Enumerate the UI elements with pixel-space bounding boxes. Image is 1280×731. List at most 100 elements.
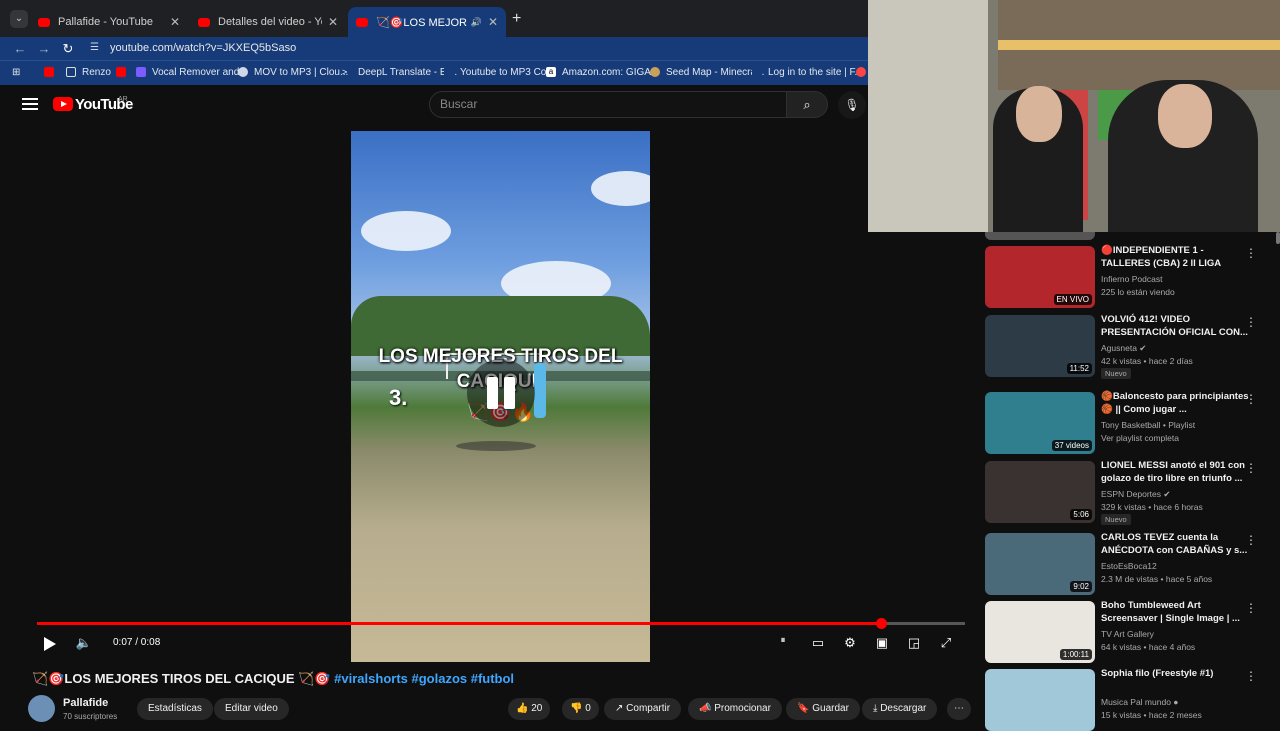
more-options-icon[interactable]: ⋮ bbox=[1245, 533, 1257, 547]
like-button[interactable]: 👍 20 bbox=[508, 698, 551, 720]
bookmark-label: Youtube to MP3 Co... bbox=[460, 66, 555, 78]
video-thumbnail[interactable]: 37 videos bbox=[985, 392, 1095, 454]
channel-name[interactable]: TV Art Gallery bbox=[1101, 629, 1154, 639]
youtube-logo-icon[interactable] bbox=[53, 97, 73, 111]
promote-label: Promocionar bbox=[714, 703, 771, 714]
more-options-icon[interactable]: ⋮ bbox=[1245, 246, 1257, 260]
progress-scrubber[interactable] bbox=[876, 618, 888, 629]
settings-icon[interactable]: ⚙ bbox=[839, 635, 861, 653]
dislike-button[interactable]: 👎 0 bbox=[562, 698, 599, 720]
tab-search-icon[interactable]: ⌄ bbox=[10, 10, 28, 28]
bookmark-deepl[interactable]: > DeepL Translate - El... bbox=[342, 62, 457, 82]
cast-icon[interactable]: ◲ bbox=[903, 635, 925, 653]
bookmark-amazon[interactable]: a Amazon.com: GIGA... bbox=[546, 62, 659, 82]
time-display: 0:07 / 0:08 bbox=[113, 637, 161, 648]
related-video-item[interactable]: 9:02 CARLOS TEVEZ cuenta la ANÉCDOTA con … bbox=[985, 531, 1275, 595]
more-options-icon[interactable]: ⋮ bbox=[1245, 392, 1257, 406]
video-title[interactable]: CARLOS TEVEZ cuenta la ANÉCDOTA con CABA… bbox=[1101, 531, 1251, 557]
url-field[interactable]: youtube.com/watch?v=JKXEQ5bSaso bbox=[110, 37, 296, 60]
forward-icon[interactable]: → bbox=[34, 37, 54, 60]
search-icon[interactable]: ⌕ bbox=[786, 91, 828, 118]
channel-name[interactable]: ESPN Deportes ✔ bbox=[1101, 489, 1170, 500]
bookmark-log-in[interactable]: Log in to the site | F... bbox=[752, 62, 863, 82]
video-thumbnail[interactable]: 1:00:11 bbox=[985, 601, 1095, 663]
promote-button[interactable]: 📣 Promocionar bbox=[688, 698, 782, 720]
save-button[interactable]: 🔖 Guardar bbox=[786, 698, 860, 720]
video-title[interactable]: Boho Tumbleweed Art Screensaver | Single… bbox=[1101, 599, 1251, 625]
video-player[interactable]: LOS MEJORES TIROS DEL CACIQUE 🏹🎯🔥 3. bbox=[351, 131, 650, 662]
progress-played bbox=[37, 622, 882, 625]
tab-current-video[interactable]: 🏹🎯LOS MEJORES TIROS 🔊 ✕ bbox=[348, 7, 506, 37]
hamburger-menu-icon[interactable] bbox=[22, 98, 38, 110]
more-actions-icon[interactable]: ⋯ bbox=[947, 698, 971, 720]
channel-name[interactable]: Agusneta ✔ bbox=[1101, 343, 1146, 354]
channel-name[interactable]: Infierno Podcast bbox=[1101, 274, 1162, 284]
fullscreen-icon[interactable]: ⤢ bbox=[935, 635, 957, 653]
video-thumbnail[interactable]: EN VIVO bbox=[985, 246, 1095, 308]
related-video-item[interactable]: Sophia filo (Freestyle #1) Musica Pal mun… bbox=[985, 667, 1275, 731]
scrollbar[interactable] bbox=[1276, 232, 1280, 244]
back-icon[interactable]: ← bbox=[10, 37, 30, 60]
audio-playing-icon[interactable]: 🔊 bbox=[471, 17, 482, 28]
channel-name[interactable]: Pallafide bbox=[63, 697, 108, 709]
stats-button[interactable]: Estadísticas bbox=[137, 698, 213, 720]
video-title[interactable]: Sophia filo (Freestyle #1) bbox=[1101, 667, 1251, 680]
close-tab-icon[interactable]: ✕ bbox=[328, 15, 338, 29]
bookmark-youtube-icon[interactable] bbox=[44, 62, 60, 82]
tab-label: Pallafide - YouTube bbox=[58, 16, 153, 28]
theater-mode-icon[interactable]: ▣ bbox=[871, 635, 893, 653]
search-input[interactable]: Buscar bbox=[429, 91, 787, 118]
pause-overlay-icon[interactable] bbox=[467, 359, 535, 427]
download-button[interactable]: ⤓ Descargar bbox=[862, 698, 938, 720]
bookmark-mov-to-mp3[interactable]: MOV to MP3 | Clou... bbox=[238, 62, 348, 82]
related-video-item[interactable]: EN VIVO 🔴INDEPENDIENTE 1 - TALLERES (CBA)… bbox=[985, 244, 1275, 308]
microphone-icon[interactable]: 🎙 bbox=[838, 91, 866, 119]
video-title[interactable]: VOLVIÓ 412! VIDEO PRESENTACIÓN OFICIAL C… bbox=[1101, 313, 1251, 339]
video-thumbnail[interactable] bbox=[985, 669, 1095, 731]
bookmark-youtube2-icon[interactable] bbox=[116, 62, 132, 82]
new-tab-icon[interactable]: + bbox=[512, 10, 521, 28]
channel-name[interactable]: Tony Basketball • Playlist bbox=[1101, 420, 1195, 430]
more-options-icon[interactable]: ⋮ bbox=[1245, 601, 1257, 615]
duration-badge: 37 videos bbox=[1051, 440, 1092, 451]
bookmark-seed-map[interactable]: Seed Map - Minecra... bbox=[650, 62, 764, 82]
video-title[interactable]: 🏀Baloncesto para principiantes🏀 || Como … bbox=[1101, 390, 1251, 416]
duration-badge: 1:00:11 bbox=[1059, 649, 1092, 660]
bookmark-youtube-mp3[interactable]: Youtube to MP3 Co... bbox=[444, 62, 555, 82]
related-video-item[interactable]: 37 videos 🏀Baloncesto para principiantes🏀… bbox=[985, 390, 1275, 454]
channel-name[interactable]: Musica Pal mundo ● bbox=[1101, 697, 1178, 707]
video-hashtags[interactable]: #viralshorts #golazos #futbol bbox=[334, 671, 514, 686]
subtitles-icon[interactable]: ▭ bbox=[807, 635, 829, 653]
reload-icon[interactable]: ↻ bbox=[58, 37, 78, 60]
related-video-item[interactable]: 1:00:11 Boho Tumbleweed Art Screensaver |… bbox=[985, 599, 1275, 663]
video-title[interactable]: LIONEL MESSI anotó el 901 con golazo de … bbox=[1101, 459, 1251, 485]
site-info-icon[interactable]: ☰ bbox=[90, 42, 102, 54]
video-title[interactable]: 🔴INDEPENDIENTE 1 - TALLERES (CBA) 2 ll L… bbox=[1101, 244, 1251, 271]
bed-rail bbox=[998, 40, 1280, 50]
edit-video-button[interactable]: Editar video bbox=[214, 698, 289, 720]
more-options-icon[interactable]: ⋮ bbox=[1245, 669, 1257, 683]
related-video-item[interactable]: 5:06 LIONEL MESSI anotó el 901 con golazo… bbox=[985, 459, 1275, 525]
channel-name[interactable]: EstoEsBoca12 bbox=[1101, 561, 1157, 571]
bookmark-vocal-remover[interactable]: Vocal Remover and... bbox=[136, 62, 248, 82]
country-code: AR bbox=[118, 96, 128, 103]
tab-pallafide[interactable]: Pallafide - YouTube ✕ bbox=[30, 7, 188, 37]
related-video-item[interactable]: 11:52 VOLVIÓ 412! VIDEO PRESENTACIÓN OFIC… bbox=[985, 313, 1275, 379]
autoplay-toggle-icon[interactable]: ⏸ bbox=[772, 635, 794, 653]
more-options-icon[interactable]: ⋮ bbox=[1245, 461, 1257, 475]
close-tab-icon[interactable]: ✕ bbox=[488, 15, 498, 29]
play-icon[interactable] bbox=[44, 637, 56, 651]
close-tab-icon[interactable]: ✕ bbox=[170, 15, 180, 29]
more-options-icon[interactable]: ⋮ bbox=[1245, 315, 1257, 329]
video-thumbnail[interactable]: 9:02 bbox=[985, 533, 1095, 595]
bookmark-renzo[interactable]: Renzo bbox=[66, 62, 111, 82]
channel-avatar[interactable] bbox=[28, 695, 55, 722]
volume-icon[interactable]: 🔈 bbox=[73, 635, 95, 653]
share-label: Compartir bbox=[626, 703, 671, 714]
video-thumbnail[interactable]: 5:06 bbox=[985, 461, 1095, 523]
share-button[interactable]: ↗ Compartir bbox=[604, 698, 682, 720]
video-thumbnail[interactable]: 11:52 bbox=[985, 315, 1095, 377]
tab-video-details[interactable]: Detalles del video - YouTube St ✕ bbox=[190, 7, 346, 37]
apps-icon[interactable]: ⊞ bbox=[12, 62, 20, 82]
new-badge: Nuevo bbox=[1101, 368, 1131, 379]
